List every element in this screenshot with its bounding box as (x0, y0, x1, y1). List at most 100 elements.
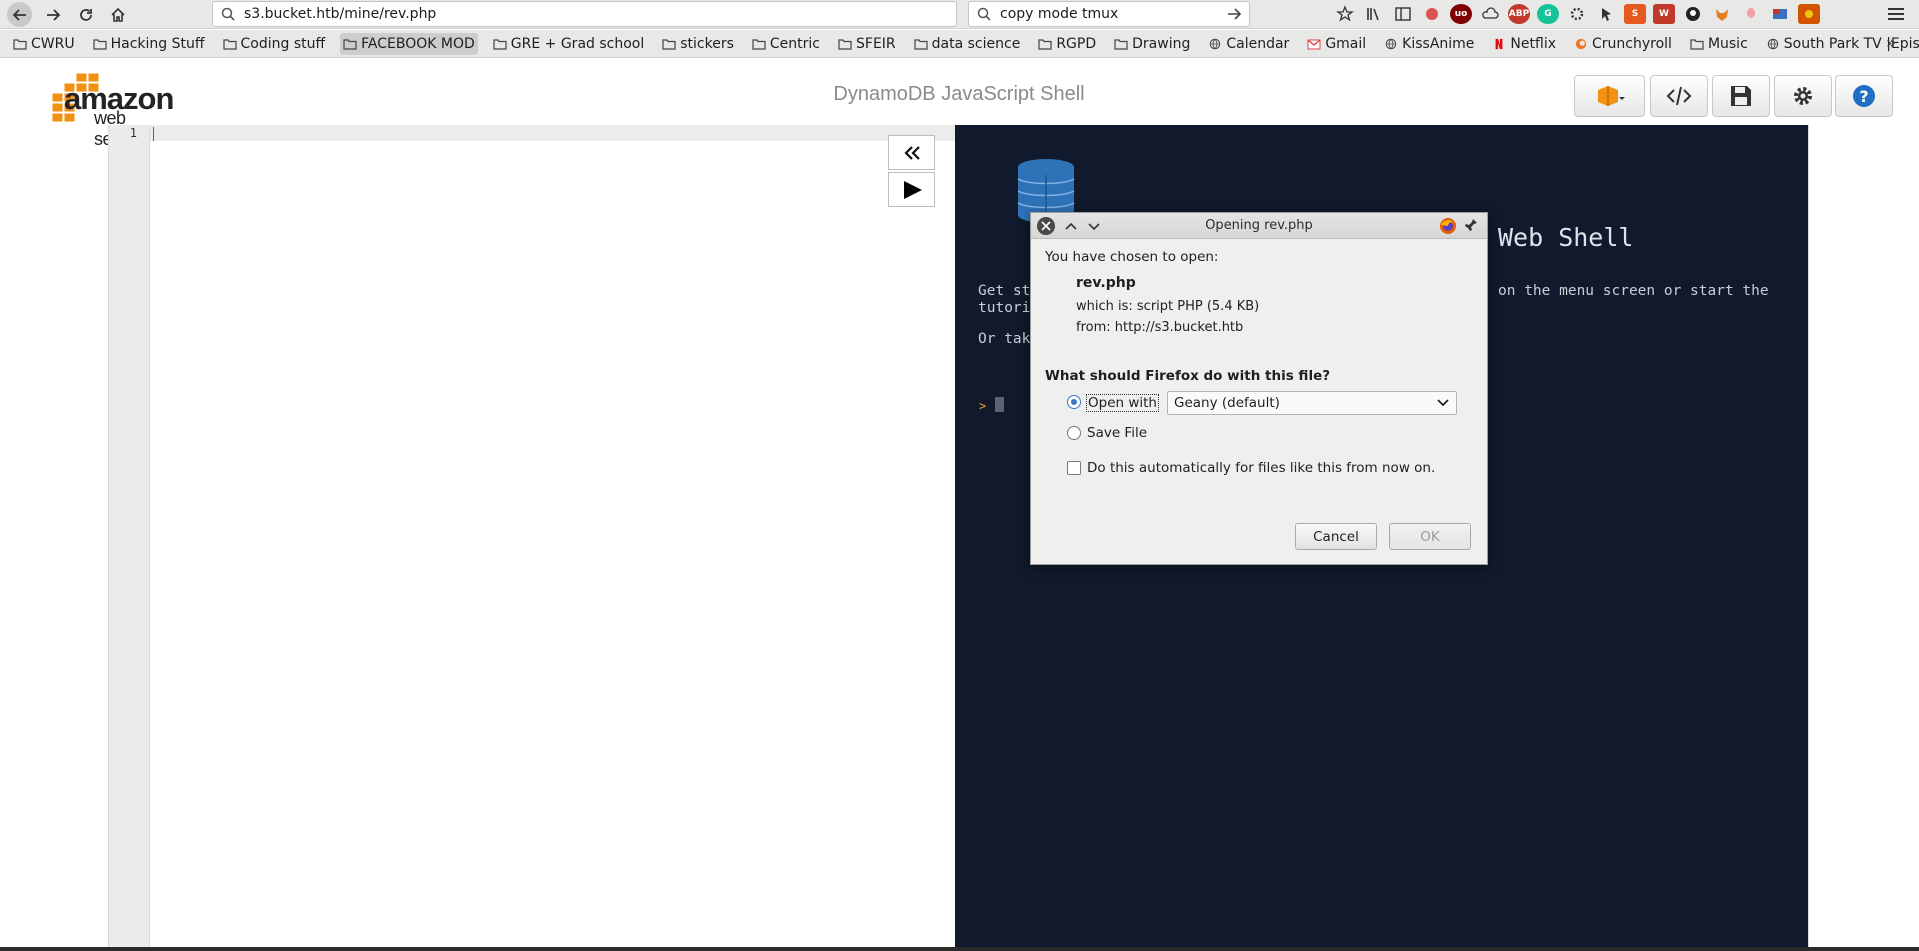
globe-icon (1385, 38, 1397, 49)
bookmark-item[interactable]: FACEBOOK MOD (340, 32, 478, 55)
reload-icon (79, 8, 92, 21)
extension-toolbar: uo ABP G S W (1334, 4, 1827, 24)
bookmark-item[interactable]: Centric (749, 33, 823, 55)
extension-fox-icon[interactable] (1711, 4, 1733, 24)
auto-action-checkbox[interactable] (1067, 461, 1081, 475)
bookmark-item[interactable]: Crunchyroll (1571, 33, 1675, 55)
url-bar[interactable]: s3.bucket.htb/mine/rev.php (212, 1, 957, 27)
folder-icon (1038, 38, 1052, 50)
pin-icon[interactable] (1464, 218, 1478, 232)
shell-text-line: tutori (978, 300, 1031, 316)
aws-logo[interactable]: amazon web services (26, 65, 176, 149)
settings-button[interactable] (1774, 75, 1832, 117)
search-icon (977, 7, 991, 21)
folder-icon (493, 38, 507, 50)
bookmark-item[interactable]: Netflix (1489, 33, 1559, 55)
search-icon (221, 7, 235, 21)
folder-icon (1114, 38, 1128, 50)
window-border (0, 947, 1919, 951)
search-input[interactable]: copy mode tmux (1000, 6, 1225, 22)
dialog-title: Opening rev.php (1205, 218, 1313, 233)
bookmark-item[interactable]: KissAnime (1381, 33, 1477, 55)
crunchyroll-icon (1575, 38, 1587, 49)
folder-icon (343, 38, 357, 50)
bookmark-item[interactable]: Music (1687, 33, 1751, 55)
sidebar-icon[interactable] (1392, 4, 1414, 24)
shell-text-line: Get st (978, 283, 1031, 299)
save-file-radio[interactable] (1067, 426, 1081, 440)
home-icon (110, 7, 125, 22)
collapse-editor-button[interactable] (888, 135, 935, 170)
library-icon[interactable] (1363, 4, 1385, 24)
bookmark-item[interactable]: GRE + Grad school (490, 33, 647, 55)
auto-action-label[interactable]: Do this automatically for files like thi… (1087, 460, 1435, 476)
arrow-right-icon (46, 8, 60, 21)
back-button[interactable] (7, 2, 32, 27)
code-button[interactable] (1650, 75, 1708, 117)
tables-menu-button[interactable] (1574, 75, 1645, 117)
arrow-left-icon (12, 8, 26, 21)
bookmark-item[interactable]: Gmail (1304, 33, 1369, 55)
bookmark-star-icon[interactable] (1334, 4, 1356, 24)
extension-flag-icon[interactable] (1769, 4, 1791, 24)
cancel-button[interactable]: Cancel (1295, 523, 1377, 550)
search-bar[interactable]: copy mode tmux (968, 1, 1250, 27)
chevron-down-icon[interactable] (1437, 399, 1449, 407)
gear-extension-icon[interactable] (1566, 4, 1588, 24)
url-text[interactable]: s3.bucket.htb/mine/rev.php (244, 6, 436, 22)
open-with-label[interactable]: Open with (1086, 394, 1159, 412)
chevron-double-left-icon (903, 145, 920, 160)
folder-icon (1690, 38, 1704, 50)
bookmark-item[interactable]: Hacking Stuff (90, 33, 208, 55)
code-editor[interactable]: 1 (108, 125, 955, 948)
run-button[interactable] (888, 172, 935, 207)
extension-bulb-icon[interactable] (1740, 4, 1762, 24)
application-select[interactable]: Geany (default) (1167, 391, 1457, 415)
extension-s-icon[interactable]: S (1624, 4, 1646, 24)
globe-icon (1767, 38, 1779, 49)
bookmark-item[interactable]: RGPD (1035, 33, 1099, 55)
hamburger-menu-icon[interactable] (1888, 4, 1910, 24)
text-cursor (153, 127, 154, 141)
bookmark-item[interactable]: Drawing (1111, 33, 1193, 55)
bookmark-item[interactable]: SFEIR (835, 33, 899, 55)
page-margin (1808, 125, 1919, 948)
extension-w-icon[interactable]: W (1653, 4, 1675, 24)
arrow-right-icon[interactable] (1225, 5, 1243, 23)
github-icon[interactable] (1682, 4, 1704, 24)
cube-icon (1597, 86, 1625, 106)
ok-button[interactable]: OK (1389, 523, 1471, 550)
folder-icon (92, 38, 107, 50)
bookmark-item[interactable]: Coding stuff (220, 33, 329, 55)
save-file-label[interactable]: Save File (1087, 425, 1147, 441)
help-button[interactable]: ? (1835, 75, 1893, 117)
shell-text-line: on the menu screen or start the (1498, 283, 1769, 299)
chevron-double-right-icon[interactable]: » (1886, 33, 1896, 52)
shell-text-line: Or tak (978, 331, 1031, 347)
dialog-intro: You have chosen to open: (1045, 249, 1219, 265)
bookmark-item[interactable]: data science (911, 33, 1024, 55)
bookmark-item[interactable]: CWRU (10, 33, 78, 55)
shell-heading: Web Shell (1498, 223, 1634, 252)
extension-red-icon[interactable] (1421, 4, 1443, 24)
cursor-extension-icon[interactable] (1595, 4, 1617, 24)
folder-icon (914, 38, 928, 50)
folder-icon (13, 38, 27, 50)
dialog-titlebar[interactable]: Opening rev.php (1031, 213, 1487, 239)
shell-cursor[interactable] (995, 397, 1004, 412)
reload-button[interactable] (73, 2, 98, 27)
play-icon (903, 180, 922, 199)
bookmark-item[interactable]: stickers (659, 33, 737, 55)
home-button[interactable] (105, 2, 130, 27)
extension-sun-icon[interactable] (1798, 4, 1820, 24)
adblock-plus-icon[interactable]: ABP (1508, 4, 1530, 24)
ublock-icon[interactable]: uo (1450, 4, 1472, 24)
grammarly-icon[interactable]: G (1537, 4, 1559, 24)
extension-cloud-icon[interactable] (1479, 4, 1501, 24)
forward-button[interactable] (40, 2, 65, 27)
open-with-radio[interactable] (1067, 395, 1081, 409)
gmail-icon (1307, 38, 1321, 49)
bookmark-item[interactable]: Calendar (1205, 33, 1292, 55)
line-number-gutter: 1 (109, 125, 150, 948)
save-button[interactable] (1712, 75, 1770, 117)
